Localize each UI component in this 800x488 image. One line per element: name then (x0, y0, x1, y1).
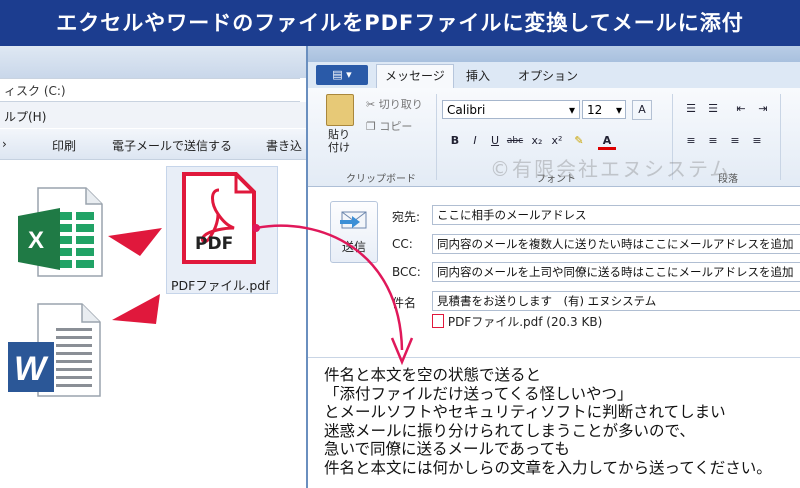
superscript-button[interactable]: x² (548, 132, 566, 150)
clipboard-group-label: クリップボード (346, 174, 416, 185)
body-line: 件名と本文を空の状態で送ると (324, 366, 542, 384)
align-center-icon[interactable]: ≡ (704, 132, 722, 150)
body-line: とメールソフトやセキュリティソフトに判断されてしまい (324, 403, 726, 421)
ribbon-separator (780, 94, 781, 180)
paste-button[interactable]: 貼り付け (328, 128, 358, 154)
body-line: 「添付ファイルだけ送ってくる怪しいやつ」 (324, 384, 633, 403)
strikethrough-button[interactable]: abc (506, 132, 524, 150)
tab-options[interactable]: オプション (518, 67, 578, 84)
font-color-icon[interactable]: A (598, 132, 616, 150)
menu-help[interactable]: ルプ(H) (4, 108, 46, 125)
cut-label: 切り取り (378, 98, 423, 111)
email-body[interactable]: 件名と本文を空の状態で送ると 「添付ファイルだけ送ってくる怪しいやつ」 とメール… (324, 366, 772, 477)
numbering-icon[interactable]: ☰ (704, 100, 722, 118)
copy-button[interactable]: ❐ コピー (366, 118, 412, 134)
body-line: 急いで同僚に送るメールであっても (324, 440, 570, 458)
arrow-excel-to-pdf (108, 228, 162, 256)
watermark: ©有限会社エヌシステム (490, 157, 732, 181)
font-name-value: Calibri (447, 103, 486, 117)
font-size-combo[interactable]: 12 ▾ (582, 100, 626, 119)
explorer-toolbar: › 印刷 電子メールで送信する 書き込 (0, 129, 306, 160)
paste-icon[interactable] (326, 94, 354, 126)
to-field[interactable]: ここに相手のメールアドレス (432, 205, 800, 225)
chevron-icon[interactable]: › (2, 137, 7, 151)
justify-icon[interactable]: ≡ (748, 132, 766, 150)
ribbon-tabs: ▤ ▾ メッセージ 挿入 オプション (308, 62, 800, 89)
highlight-icon[interactable]: ✎ (570, 132, 588, 150)
font-name-combo[interactable]: Calibri ▾ (442, 100, 580, 119)
menu-bar: ルプ(H) (0, 102, 306, 128)
excel-file-icon[interactable]: X (16, 186, 106, 278)
decrease-indent-icon[interactable]: ⇤ (732, 100, 750, 118)
address-bar[interactable]: ィスク (C:) (0, 78, 300, 102)
italic-button[interactable]: I (466, 132, 484, 150)
office-menu-button[interactable]: ▤ ▾ (316, 65, 368, 85)
ribbon-separator (436, 94, 437, 180)
dropdown-arrow-icon: ▾ (615, 103, 622, 117)
word-file-icon[interactable]: W (8, 302, 104, 398)
body-line: 件名と本文には何かしらの文章を入力してから送ってください。 (324, 458, 772, 477)
tab-message[interactable]: メッセージ (376, 64, 454, 89)
font-size-value: 12 (587, 103, 603, 117)
cc-field[interactable]: 同内容のメールを複数人に送りたい時はここにメールアドレスを追加 (432, 234, 800, 254)
print-button[interactable]: 印刷 (52, 137, 76, 154)
outlook-titlebar (308, 46, 800, 62)
align-left-icon[interactable]: ≡ (682, 132, 700, 150)
increase-indent-icon[interactable]: ⇥ (754, 100, 772, 118)
attach-flow-arrow (252, 224, 414, 366)
bcc-field[interactable]: 同内容のメールを上司や同僚に送る時はここにメールアドレスを追加 (432, 262, 800, 282)
pdf-icon-label: PDF (195, 234, 234, 254)
dropdown-arrow-icon: ▾ (568, 103, 575, 117)
attachment-item[interactable]: PDFファイル.pdf (20.3 KB) (432, 313, 602, 330)
underline-button[interactable]: U (486, 132, 504, 150)
subscript-button[interactable]: x₂ (528, 132, 546, 150)
svg-text:W: W (14, 350, 49, 388)
pdf-attachment-icon (432, 314, 444, 328)
bold-button[interactable]: B (446, 132, 464, 150)
bullets-icon[interactable]: ☰ (682, 100, 700, 118)
copy-label: コピー (379, 120, 413, 133)
svg-text:X: X (28, 227, 44, 254)
conversion-arrows (108, 228, 162, 324)
title-banner: エクセルやワードのファイルをPDFファイルに変換してメールに添付 (0, 0, 800, 46)
address-text: ィスク (C:) (4, 84, 66, 98)
tab-insert[interactable]: 挿入 (466, 67, 490, 84)
cut-button[interactable]: ✂ 切り取り (366, 96, 423, 112)
email-send-button[interactable]: 電子メールで送信する (112, 137, 232, 154)
body-line: 迷惑メールに振り分けられてしまうことが多いので、 (324, 421, 695, 440)
explorer-titlebar (0, 46, 306, 78)
align-right-icon[interactable]: ≡ (726, 132, 744, 150)
subject-field[interactable]: 見積書をお送りします (有) エヌシステム (432, 291, 800, 311)
arrow-word-to-pdf (112, 294, 160, 324)
attachment-label: PDFファイル.pdf (20.3 KB) (447, 315, 603, 329)
burn-button[interactable]: 書き込 (266, 137, 302, 154)
clear-format-icon[interactable]: A (632, 100, 652, 120)
